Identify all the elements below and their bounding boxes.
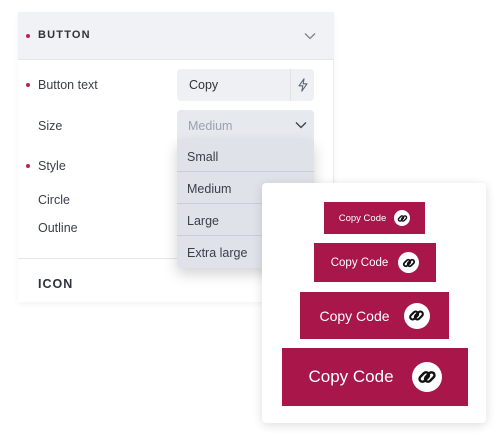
link-icon	[403, 302, 430, 329]
button-label: Copy Code	[330, 256, 389, 269]
chevron-down-icon	[295, 122, 307, 129]
option-label: Medium	[187, 182, 232, 196]
icon-section-title[interactable]: ICON	[38, 277, 73, 291]
link-icon	[394, 210, 411, 226]
required-dot	[26, 34, 30, 38]
outline-label: Outline	[38, 221, 78, 235]
circle-label: Circle	[38, 193, 70, 207]
required-dot	[26, 164, 30, 168]
option-label: Extra large	[187, 246, 248, 260]
style-label: Style	[38, 159, 66, 173]
size-option-small[interactable]: Small	[177, 140, 314, 172]
size-label: Size	[38, 119, 63, 133]
button-label: Copy Code	[319, 307, 390, 324]
button-text-input[interactable]	[177, 69, 290, 101]
link-icon	[411, 362, 442, 392]
link-icon	[398, 252, 420, 273]
button-label: Copy Code	[308, 367, 394, 386]
button-text-field	[177, 69, 314, 101]
copy-code-button-small[interactable]: Copy Code	[324, 202, 425, 234]
copy-code-button-medium[interactable]: Copy Code	[314, 243, 436, 282]
lightning-icon	[297, 78, 308, 92]
size-selected-value: Medium	[188, 119, 233, 133]
button-preview-card: Copy Code Copy Code Copy Code Copy Code	[262, 183, 486, 423]
copy-code-button-large[interactable]: Copy Code	[300, 292, 449, 339]
dynamic-tags-button[interactable]	[290, 69, 314, 101]
option-label: Small	[187, 150, 219, 164]
size-select[interactable]: Medium	[177, 110, 314, 140]
chevron-down-icon[interactable]	[304, 32, 316, 40]
option-label: Large	[187, 214, 219, 228]
button-section-header[interactable]: BUTTON	[18, 12, 334, 60]
copy-code-button-extra-large[interactable]: Copy Code	[282, 348, 468, 406]
required-dot	[26, 83, 30, 87]
section-title: BUTTON	[38, 29, 91, 41]
button-label: Copy Code	[338, 212, 387, 224]
button-text-label: Button text	[38, 78, 98, 92]
